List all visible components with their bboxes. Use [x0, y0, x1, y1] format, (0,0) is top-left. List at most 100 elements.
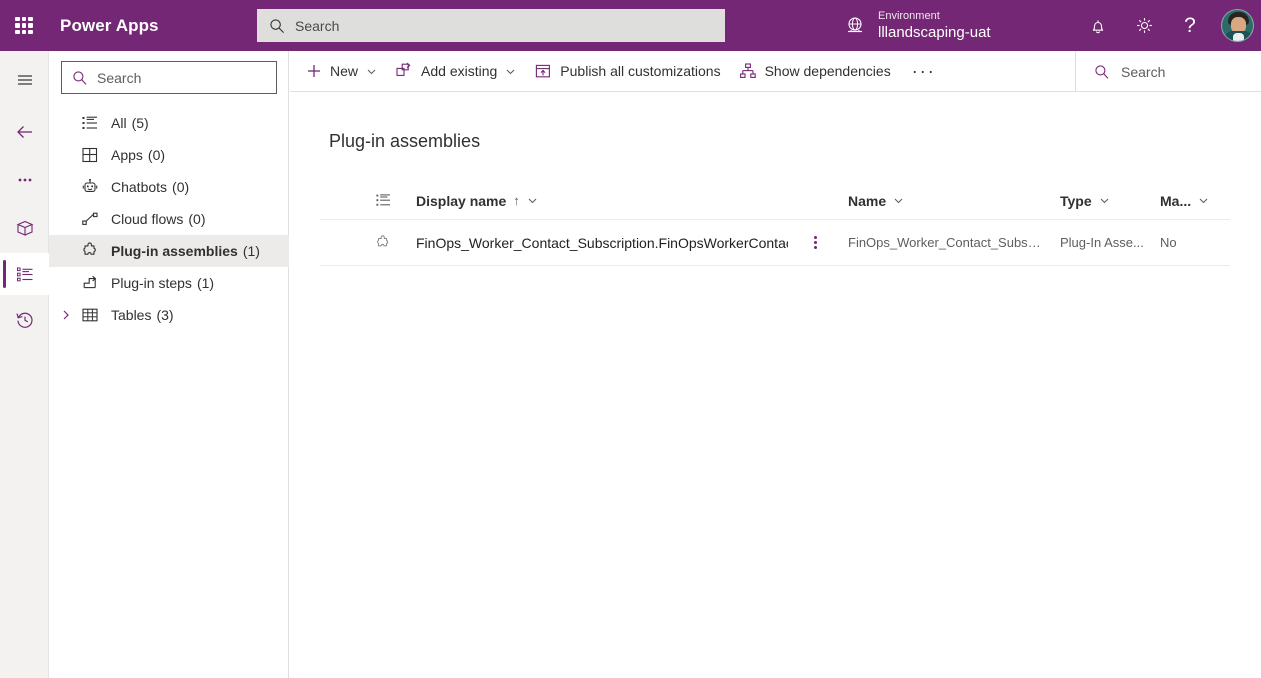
global-search-input[interactable]: Search: [257, 9, 725, 42]
chevron-down-icon[interactable]: [1198, 195, 1209, 206]
environment-selector[interactable]: Environment lllandscaping-uat: [843, 0, 991, 51]
search-icon: [1094, 64, 1110, 80]
column-header-label: Display name: [416, 192, 507, 209]
sidebar-item-count: (3): [156, 307, 174, 323]
column-header-display-name[interactable]: Display name ↑: [416, 182, 538, 220]
row-more-options-icon[interactable]: [804, 220, 826, 266]
row-name: FinOps_Worker_Contact_Subscripti...: [848, 220, 1048, 266]
add-existing-button[interactable]: Add existing: [386, 51, 525, 92]
row-puzzle-piece-icon: [368, 220, 398, 266]
chevron-down-icon[interactable]: [527, 195, 538, 206]
sidebar-item-chatbots[interactable]: Chatbots (0): [49, 171, 289, 203]
hamburger-menu-icon[interactable]: [0, 59, 49, 101]
help-question-icon[interactable]: ?: [1167, 0, 1213, 51]
add-existing-icon: [395, 62, 413, 80]
plus-icon: [306, 63, 322, 79]
sidebar-item-all[interactable]: All (5): [49, 107, 289, 139]
add-existing-label: Add existing: [421, 63, 498, 79]
chevron-right-icon[interactable]: [59, 299, 73, 331]
sidebar-item-plug-in-assemblies[interactable]: Plug-in assemblies (1): [49, 235, 289, 267]
new-button[interactable]: New: [290, 51, 386, 92]
solutions-icon[interactable]: [0, 207, 49, 249]
sidebar-item-label: Chatbots: [111, 179, 168, 195]
sidebar-item-plug-in-steps[interactable]: Plug-in steps (1): [49, 267, 289, 299]
row-type: Plug-In Asse...: [1060, 220, 1155, 266]
sidebar-item-label: Apps: [111, 147, 143, 163]
main-content: Plug-in assemblies Display name ↑ Name T…: [290, 92, 1261, 678]
global-search-placeholder: Search: [295, 17, 340, 34]
sidebar-item-label: All: [111, 115, 127, 131]
help-question-glyph: ?: [1184, 14, 1196, 37]
history-clock-icon[interactable]: [0, 299, 49, 341]
cloud-flow-icon: [80, 209, 100, 229]
column-header-name[interactable]: Name: [848, 182, 904, 220]
row-name-text: FinOps_Worker_Contact_Subscripti...: [848, 235, 1044, 250]
sidebar-search-placeholder: Search: [97, 69, 142, 86]
publish-all-customizations-label: Publish all customizations: [560, 63, 721, 79]
sidebar-item-label: Plug-in assemblies: [111, 243, 238, 259]
search-icon: [269, 18, 285, 34]
sidebar-item-tables[interactable]: Tables (3): [49, 299, 289, 331]
command-bar: New Add existing Publish all customizati…: [290, 51, 1261, 92]
sidebar-item-count: (1): [242, 243, 260, 259]
chevron-down-icon[interactable]: [893, 195, 904, 206]
grid-header-row: Display name ↑ Name Type Ma...: [320, 182, 1230, 220]
objects-list-icon[interactable]: [0, 253, 49, 295]
column-header-label: Name: [848, 192, 887, 209]
publish-icon: [534, 62, 552, 80]
sidebar-item-apps[interactable]: Apps (0): [49, 139, 289, 171]
column-header-managed[interactable]: Ma...: [1160, 182, 1209, 220]
sidebar-item-label: Plug-in steps: [111, 275, 192, 291]
power-apps-window: Power Apps Search Environment lllandscap…: [0, 0, 1261, 678]
sidebar-search-input[interactable]: Search: [61, 61, 277, 94]
search-icon: [72, 70, 88, 86]
waffle-grid-icon[interactable]: [0, 0, 48, 51]
column-header-type[interactable]: Type: [1060, 182, 1110, 220]
notifications-bell-icon[interactable]: [1075, 0, 1121, 51]
plugin-step-icon: [80, 273, 100, 293]
chevron-down-icon[interactable]: [505, 66, 516, 77]
apps-grid-icon: [80, 145, 100, 165]
suite-header: Power Apps Search Environment lllandscap…: [0, 0, 1261, 51]
app-brand-title[interactable]: Power Apps: [60, 16, 159, 36]
suite-actions: ?: [1075, 0, 1261, 51]
user-avatar[interactable]: [1213, 0, 1261, 51]
chatbot-robot-icon: [80, 177, 100, 197]
column-header-label: Ma...: [1160, 192, 1192, 209]
command-overflow-button[interactable]: ···: [900, 51, 948, 92]
chevron-down-icon[interactable]: [1099, 195, 1110, 206]
new-button-label: New: [330, 63, 359, 79]
solution-objects-sidebar: Search All (5) Apps (0) Chatbots (0) Clo…: [49, 51, 289, 678]
waffle-grid-glyph: [15, 16, 33, 35]
show-dependencies-button[interactable]: Show dependencies: [730, 51, 900, 92]
back-arrow-icon[interactable]: [0, 111, 49, 153]
page-title: Plug-in assemblies: [329, 131, 481, 151]
column-header-label: Type: [1060, 192, 1092, 209]
show-dependencies-label: Show dependencies: [764, 63, 891, 79]
sidebar-item-count: (0): [188, 211, 206, 227]
environment-globe-icon: [843, 16, 867, 36]
sidebar-item-count: (0): [147, 147, 166, 163]
settings-gear-icon[interactable]: [1121, 0, 1167, 51]
sidebar-item-label: Tables: [111, 307, 152, 323]
chevron-down-icon[interactable]: [366, 66, 377, 77]
column-header-icon[interactable]: [368, 182, 398, 220]
more-ellipsis-icon[interactable]: [0, 159, 49, 201]
publish-all-customizations-button[interactable]: Publish all customizations: [525, 51, 729, 92]
table-row[interactable]: FinOps_Worker_Contact_Subscription.FinOp…: [320, 220, 1230, 266]
environment-value: lllandscaping-uat: [878, 23, 991, 41]
row-display-name[interactable]: FinOps_Worker_Contact_Subscription.FinOp…: [416, 220, 788, 266]
list-view-icon: [375, 192, 392, 209]
row-managed: No: [1160, 220, 1220, 266]
sidebar-item-label: Cloud flows: [111, 211, 184, 227]
left-rail: [0, 51, 49, 678]
plugin-assemblies-grid: Display name ↑ Name Type Ma... FinOps_Wo…: [320, 182, 1230, 266]
sidebar-item-count: (5): [131, 115, 149, 131]
list-icon: [80, 113, 100, 133]
row-type-text: Plug-In Asse...: [1060, 235, 1144, 250]
grid-search-input[interactable]: Search: [1075, 51, 1261, 92]
sidebar-item-cloud-flows[interactable]: Cloud flows (0): [49, 203, 289, 235]
table-icon: [80, 305, 100, 325]
sidebar-item-count: (1): [196, 275, 215, 291]
row-display-name-text: FinOps_Worker_Contact_Subscription.FinOp…: [416, 234, 788, 251]
